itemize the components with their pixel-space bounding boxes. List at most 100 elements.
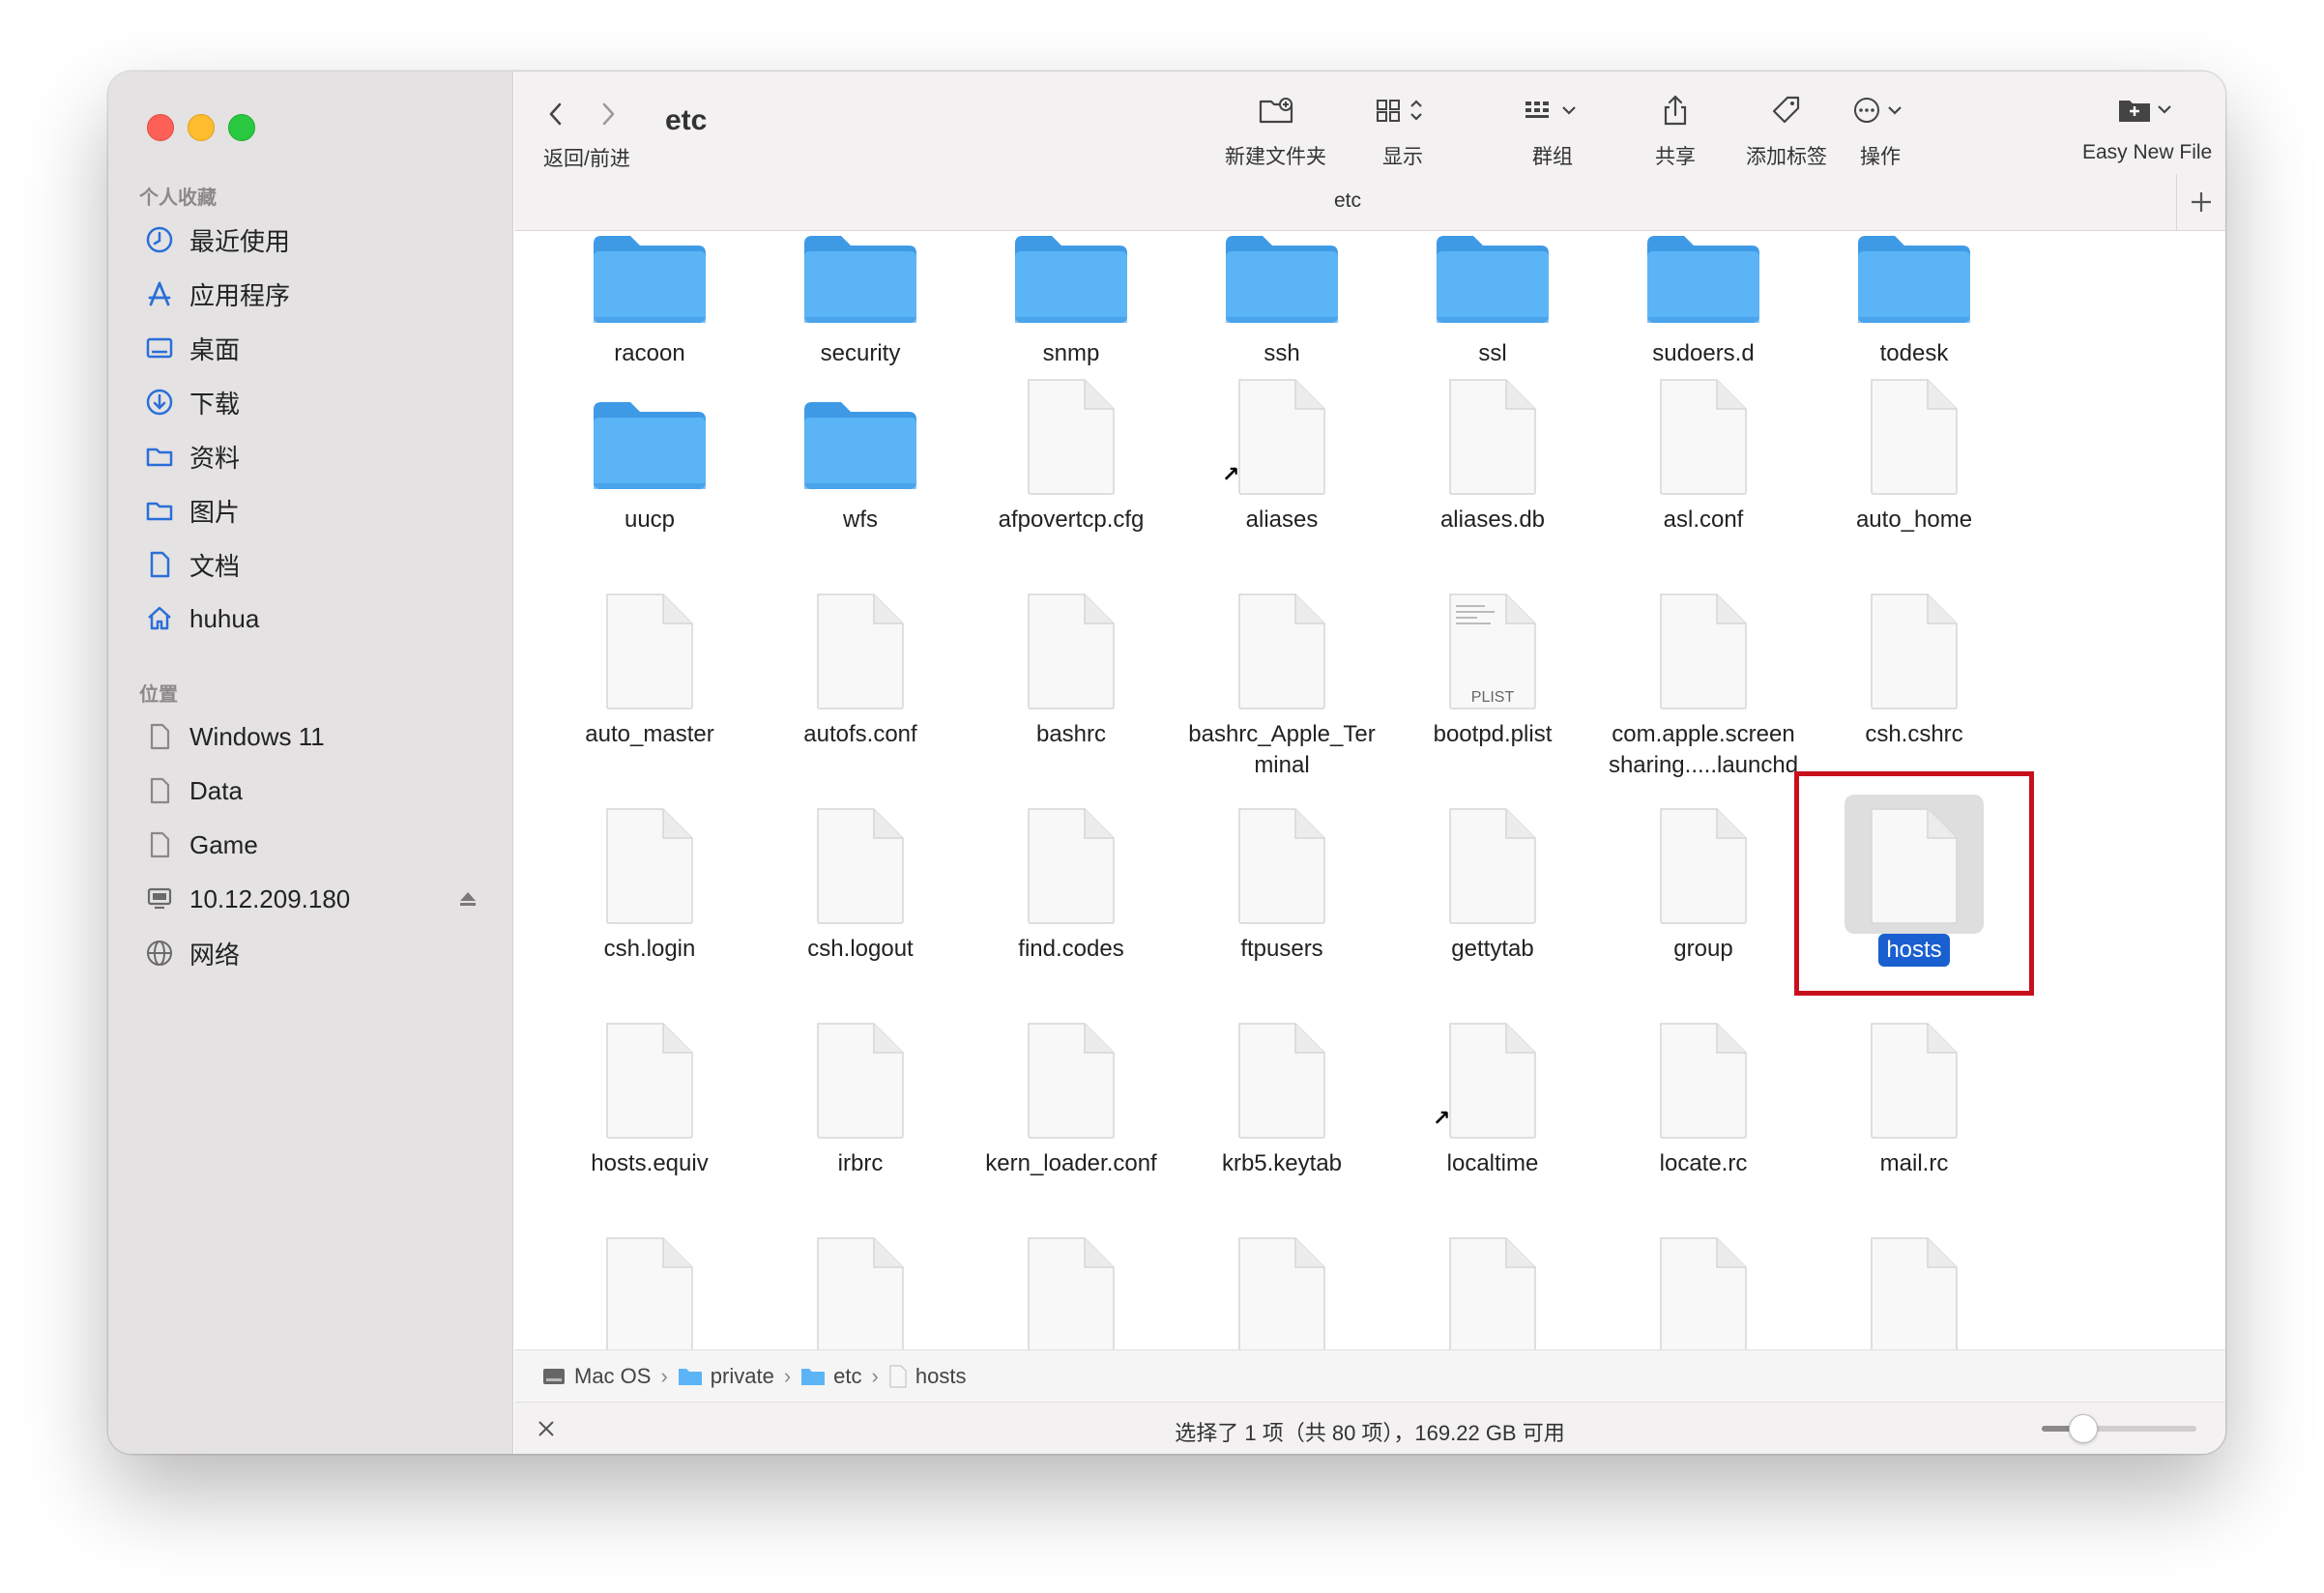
file-name: bashrc_Apple_Ter minal — [1188, 721, 1376, 778]
path-separator: › — [783, 1364, 792, 1388]
sidebar-item-game[interactable]: Game — [143, 822, 491, 868]
sidebar-item-applications[interactable]: 应用程序 — [143, 271, 491, 317]
document-icon: ↗ — [1222, 377, 1328, 502]
file-item[interactable]: ↗ localtime — [1386, 232, 1599, 1176]
plist-tag: PLIST — [1470, 689, 1515, 706]
document-icon — [1025, 1021, 1118, 1145]
tab-etc[interactable]: etc — [514, 189, 2181, 213]
sidebar-item-windows11[interactable]: Windows 11 — [143, 713, 491, 760]
finder-window: 个人收藏 最近使用 应用程序 桌面 下载 资料 图片 文档 huhua 位置 W… — [108, 72, 2225, 1454]
folder-icon — [1224, 232, 1340, 332]
document-icon — [1025, 592, 1118, 716]
easy-new-file-button[interactable]: Easy New File — [2082, 91, 2212, 164]
file-item[interactable]: kern_loader.conf — [965, 232, 1177, 1176]
view-button[interactable]: 显示 — [1375, 91, 1431, 170]
file-grid: racoon security snmp ssh ssl sudoers.d todesk u… — [514, 232, 2225, 1349]
folder-icon — [802, 396, 918, 498]
minimize-button[interactable] — [188, 114, 215, 141]
file-name: csh.logout — [807, 936, 914, 962]
close-button[interactable] — [147, 114, 174, 141]
path-segment-macos[interactable]: Mac OS — [541, 1364, 651, 1389]
toolbar-label: 添加标签 — [1746, 146, 1827, 168]
document-icon — [888, 1365, 908, 1388]
document-icon — [1657, 592, 1750, 716]
folder-icon — [592, 232, 708, 332]
sidebar-item-materials[interactable]: 资料 — [143, 433, 491, 479]
path-bar: Mac OS › private › etc › hosts — [514, 1349, 2225, 1403]
toolbar-label: Easy New File — [2082, 141, 2213, 163]
file-name: mail.rc — [1879, 1150, 1949, 1176]
document-icon — [1657, 1235, 1750, 1349]
toolbar-label: 新建文件夹 — [1225, 146, 1326, 168]
path-segment-private[interactable]: private — [678, 1364, 774, 1389]
nav-label: 返回/前进 — [543, 148, 630, 170]
folder-icon — [1856, 232, 1972, 332]
document-icon — [143, 548, 176, 581]
disk-icon — [143, 720, 176, 753]
toolbar-label: 操作 — [1860, 146, 1901, 168]
document-icon: ↗ — [1433, 1021, 1539, 1145]
file-item[interactable]: irbrc — [754, 232, 967, 1176]
back-button[interactable] — [541, 97, 570, 131]
forward-button[interactable] — [594, 97, 623, 131]
new-tab-button[interactable] — [2176, 174, 2225, 230]
sidebar-item-home[interactable]: huhua — [143, 595, 491, 642]
folder-icon — [1645, 232, 1761, 332]
server-icon — [143, 883, 176, 915]
file-name: kern_loader.conf — [985, 1150, 1157, 1176]
sidebar-item-pictures[interactable]: 图片 — [143, 487, 491, 534]
favorites-header: 个人收藏 — [139, 188, 217, 209]
easy-new-file-icon — [2116, 95, 2178, 131]
sidebar-item-server[interactable]: 10.12.209.180 — [143, 876, 491, 922]
folder-icon — [678, 1366, 703, 1387]
document-icon — [1657, 806, 1750, 931]
sidebar-item-documents[interactable]: 文档 — [143, 541, 491, 588]
window-title: etc — [665, 104, 708, 136]
file-name: security — [820, 340, 901, 366]
sidebar-item-recents[interactable]: 最近使用 — [143, 217, 491, 263]
file-name: todesk — [1879, 340, 1949, 366]
path-segment-etc[interactable]: etc — [800, 1364, 862, 1389]
document-icon — [1446, 1235, 1539, 1349]
document-icon — [1235, 592, 1328, 716]
new-folder-button[interactable]: 新建文件夹 — [1225, 91, 1326, 170]
icon-size-slider[interactable] — [2042, 1414, 2196, 1443]
action-icon — [1852, 96, 1908, 130]
sidebar-item-network[interactable]: 网络 — [143, 930, 491, 976]
file-item[interactable]: locate.rc — [1597, 232, 1810, 1176]
file-item[interactable]: krb5.keytab — [1176, 232, 1388, 1176]
file-name: snmp — [1042, 340, 1100, 366]
action-button[interactable]: 操作 — [1852, 91, 1908, 170]
file-name: auto_master — [585, 721, 714, 747]
eject-icon[interactable] — [456, 887, 479, 911]
document-icon — [1868, 377, 1961, 502]
slider-knob[interactable] — [2069, 1414, 2098, 1443]
alias-arrow-icon: ↗ — [1433, 1106, 1451, 1130]
document-icon — [1868, 1235, 1961, 1349]
sidebar-item-downloads[interactable]: 下载 — [143, 379, 491, 425]
file-name: locate.rc — [1659, 1150, 1748, 1176]
sidebar-item-label: Data — [189, 775, 243, 805]
file-name: aliases.db — [1439, 507, 1546, 533]
sidebar-item-label: 网络 — [189, 940, 241, 970]
file-name: irbrc — [837, 1150, 884, 1176]
group-button[interactable]: 群组 — [1523, 91, 1583, 170]
file-item[interactable]: mail.rc — [1808, 232, 2020, 1176]
file-name: com.apple.screen sharing.....launchd — [1608, 721, 1799, 778]
sidebar-item-label: 资料 — [189, 443, 241, 473]
sidebar-item-desktop[interactable]: 桌面 — [143, 325, 491, 371]
add-tag-button[interactable]: 添加标签 — [1746, 91, 1827, 170]
file-item[interactable]: hosts.equiv — [543, 232, 756, 1176]
sidebar-item-data[interactable]: Data — [143, 768, 491, 814]
sidebar-item-label: Windows 11 — [189, 721, 325, 751]
path-segment-hosts[interactable]: hosts — [888, 1364, 966, 1389]
sidebar-item-label: 桌面 — [189, 334, 241, 364]
share-button[interactable]: 共享 — [1655, 91, 1696, 170]
file-name: afpovertcp.cfg — [998, 507, 1145, 533]
zoom-button[interactable] — [228, 114, 255, 141]
file-name: find.codes — [1018, 936, 1124, 962]
home-icon — [143, 602, 176, 635]
sidebar: 个人收藏 最近使用 应用程序 桌面 下载 资料 图片 文档 huhua 位置 W… — [108, 72, 513, 1454]
document-icon — [603, 1021, 696, 1145]
document-icon — [603, 592, 696, 716]
